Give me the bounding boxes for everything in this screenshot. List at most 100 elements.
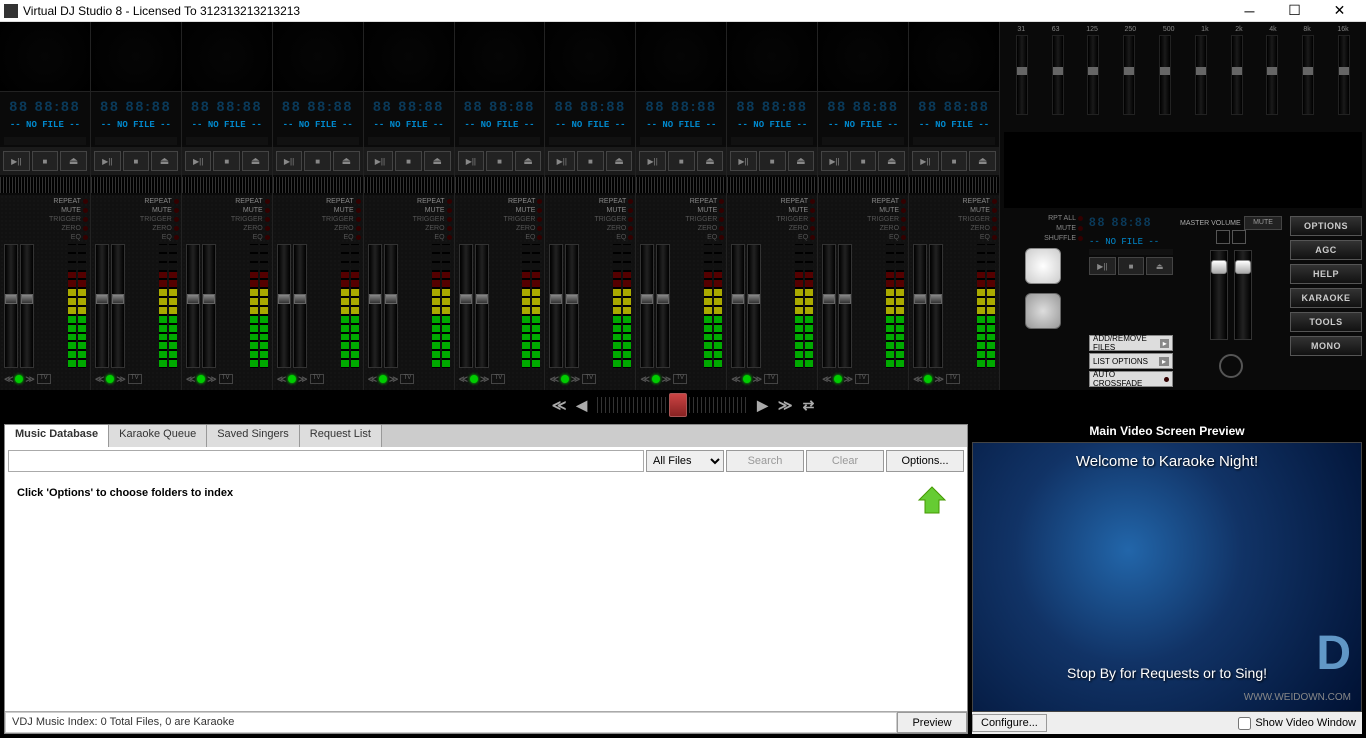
eq-slider-125[interactable] <box>1087 35 1099 115</box>
channel-7-eject[interactable]: ⏏ <box>606 151 633 171</box>
channel-9-fader-2[interactable] <box>747 244 761 368</box>
master-fader-right[interactable] <box>1234 250 1252 340</box>
channel-5-next[interactable]: ≫ <box>389 374 398 385</box>
channel-10-next[interactable]: ≫ <box>844 374 853 385</box>
link-icon-2[interactable] <box>1232 230 1246 244</box>
help-button[interactable]: HELP <box>1290 264 1362 284</box>
channel-1-fader-2[interactable] <box>20 244 34 368</box>
channel-5-prev[interactable]: ≪ <box>368 374 377 385</box>
channel-5-tv-icon[interactable]: TV <box>400 374 414 384</box>
playlist-progress[interactable] <box>1089 249 1173 255</box>
channel-2-stop[interactable]: ■ <box>123 151 150 171</box>
channel-9-fader-1[interactable] <box>731 244 745 368</box>
channel-7-next[interactable]: ≫ <box>571 374 580 385</box>
channel-6-tv-icon[interactable]: TV <box>491 374 505 384</box>
tab-karaoke-queue[interactable]: Karaoke Queue <box>109 425 207 447</box>
channel-11-stop[interactable]: ■ <box>941 151 968 171</box>
channel-7-tv-icon[interactable]: TV <box>582 374 596 384</box>
channel-3-stop[interactable]: ■ <box>213 151 240 171</box>
channel-7-pitch[interactable] <box>545 177 635 193</box>
channel-5-eject[interactable]: ⏏ <box>424 151 451 171</box>
channel-1-next[interactable]: ≫ <box>25 374 34 385</box>
channel-4-next[interactable]: ≫ <box>298 374 307 385</box>
playlist-stop[interactable]: ■ <box>1118 257 1145 275</box>
options-button[interactable]: OPTIONS <box>1290 216 1362 236</box>
add-remove-files-button[interactable]: ADD/REMOVE FILES▸ <box>1089 335 1173 351</box>
eq-slider-63[interactable] <box>1052 35 1064 115</box>
channel-5-fader-1[interactable] <box>368 244 382 368</box>
channel-11-fader-2[interactable] <box>929 244 943 368</box>
channel-3-prev[interactable]: ≪ <box>186 374 195 385</box>
shuffle-led[interactable] <box>1078 236 1083 241</box>
channel-9-progress[interactable] <box>731 137 813 145</box>
channel-5-mute-led[interactable] <box>447 208 452 213</box>
channel-5-pitch[interactable] <box>364 177 454 193</box>
search-button[interactable]: Search <box>726 450 804 472</box>
master-fader-left[interactable] <box>1210 250 1228 340</box>
channel-10-stop[interactable]: ■ <box>850 151 877 171</box>
channel-9-eject[interactable]: ⏏ <box>788 151 815 171</box>
channel-2-next[interactable]: ≫ <box>116 374 125 385</box>
channel-3-tv-icon[interactable]: TV <box>219 374 233 384</box>
channel-9-prev[interactable]: ≪ <box>731 374 740 385</box>
channel-10-prev[interactable]: ≪ <box>822 374 831 385</box>
tools-button[interactable]: TOOLS <box>1290 312 1362 332</box>
channel-4-eject[interactable]: ⏏ <box>333 151 360 171</box>
channel-11-prev[interactable]: ≪ <box>913 374 922 385</box>
show-video-input[interactable] <box>1238 717 1251 730</box>
channel-5-stop[interactable]: ■ <box>395 151 422 171</box>
channel-10-pitch[interactable] <box>818 177 908 193</box>
channel-4-pitch[interactable] <box>273 177 363 193</box>
channel-6-fader-1[interactable] <box>459 244 473 368</box>
channel-2-prev[interactable]: ≪ <box>95 374 104 385</box>
eq-slider-31[interactable] <box>1016 35 1028 115</box>
channel-11-mute-led[interactable] <box>992 208 997 213</box>
channel-1-mute-led[interactable] <box>83 208 88 213</box>
channel-11-repeat-led[interactable] <box>992 199 997 204</box>
channel-6-repeat-led[interactable] <box>537 199 542 204</box>
channel-11-tv-icon[interactable]: TV <box>946 374 960 384</box>
channel-8-play[interactable]: ▶|| <box>639 151 666 171</box>
crossfade-swap[interactable]: ⇄ <box>803 397 815 414</box>
channel-9-pitch[interactable] <box>727 177 817 193</box>
tab-music-database[interactable]: Music Database <box>5 425 109 447</box>
channel-8-tv-icon[interactable]: TV <box>673 374 687 384</box>
eq-slider-250[interactable] <box>1123 35 1135 115</box>
channel-4-fader-2[interactable] <box>293 244 307 368</box>
filter-select[interactable]: All Files <box>646 450 724 472</box>
channel-9-stop[interactable]: ■ <box>759 151 786 171</box>
channel-7-stop[interactable]: ■ <box>577 151 604 171</box>
channel-6-fader-2[interactable] <box>475 244 489 368</box>
options-db-button[interactable]: Options... <box>886 450 964 472</box>
channel-6-next[interactable]: ≫ <box>480 374 489 385</box>
channel-7-progress[interactable] <box>549 137 631 145</box>
link-icon-1[interactable] <box>1216 230 1230 244</box>
channel-2-fader-2[interactable] <box>111 244 125 368</box>
channel-3-fader-2[interactable] <box>202 244 216 368</box>
channel-1-pitch[interactable] <box>0 177 90 193</box>
channel-9-play[interactable]: ▶|| <box>730 151 757 171</box>
channel-7-fader-1[interactable] <box>549 244 563 368</box>
cue-button-1[interactable] <box>1025 248 1061 284</box>
master-mute-button[interactable]: MUTE <box>1244 216 1282 230</box>
crossfader-track[interactable] <box>597 397 747 413</box>
mono-button[interactable]: MONO <box>1290 336 1362 356</box>
channel-8-progress[interactable] <box>640 137 722 145</box>
eq-slider-16k[interactable] <box>1338 35 1350 115</box>
channel-6-prev[interactable]: ≪ <box>459 374 468 385</box>
channel-7-prev[interactable]: ≪ <box>549 374 558 385</box>
channel-4-prev[interactable]: ≪ <box>277 374 286 385</box>
channel-6-stop[interactable]: ■ <box>486 151 513 171</box>
channel-10-eject[interactable]: ⏏ <box>878 151 905 171</box>
channel-4-stop[interactable]: ■ <box>304 151 331 171</box>
channel-8-pitch[interactable] <box>636 177 726 193</box>
channel-2-pitch[interactable] <box>91 177 181 193</box>
eq-slider-4k[interactable] <box>1266 35 1278 115</box>
channel-3-progress[interactable] <box>186 137 268 145</box>
channel-2-mute-led[interactable] <box>174 208 179 213</box>
channel-3-play[interactable]: ▶|| <box>185 151 212 171</box>
clear-button[interactable]: Clear <box>806 450 884 472</box>
channel-10-tv-icon[interactable]: TV <box>855 374 869 384</box>
channel-5-fader-2[interactable] <box>384 244 398 368</box>
channel-8-eject[interactable]: ⏏ <box>697 151 724 171</box>
